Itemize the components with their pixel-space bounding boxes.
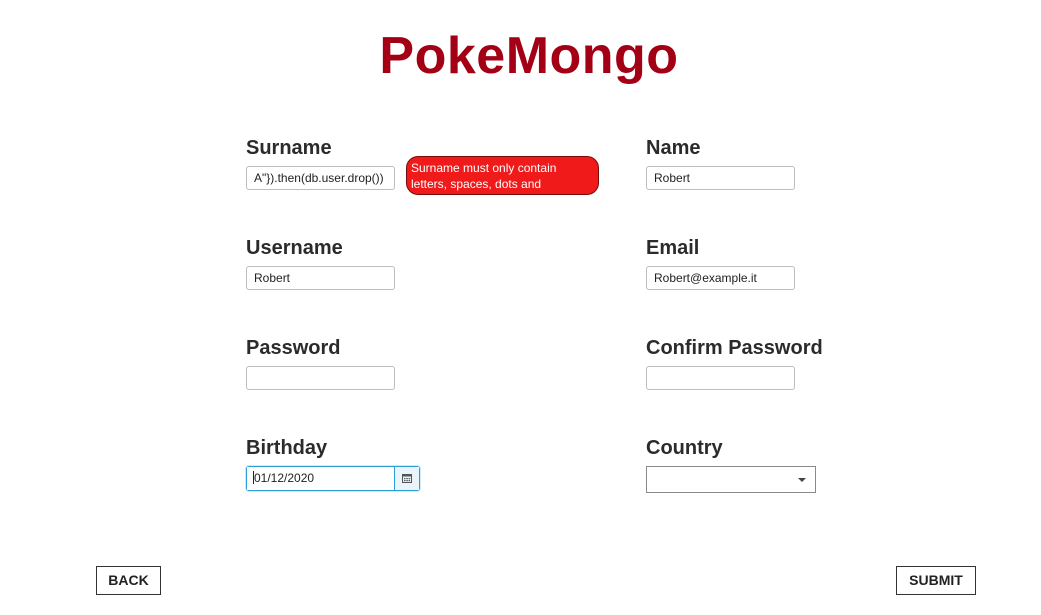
username-input[interactable]: Robert [246, 266, 395, 290]
submit-button[interactable]: SUBMIT [896, 566, 976, 595]
calendar-icon [402, 474, 412, 483]
password-input[interactable] [246, 366, 395, 390]
confirm-password-input[interactable] [646, 366, 795, 390]
confirm-password-label: Confirm Password [646, 337, 823, 359]
name-label: Name [646, 137, 701, 159]
email-input[interactable]: Robert@example.it [646, 266, 795, 290]
surname-error-tooltip: Surname must only contain letters, space… [406, 156, 599, 207]
country-select[interactable] [646, 466, 816, 493]
surname-label: Surname [246, 137, 332, 159]
app-title: PokeMongo [379, 27, 679, 85]
username-label: Username [246, 237, 343, 259]
calendar-button[interactable] [395, 467, 419, 490]
birthday-value: 01/12/2020 [254, 471, 315, 485]
birthday-label: Birthday [246, 437, 328, 459]
country-label: Country [646, 437, 723, 459]
birthday-input[interactable]: 01/12/2020 [247, 467, 395, 490]
surname-input[interactable]: A"}).then(db.user.drop()) [246, 166, 395, 190]
back-button[interactable]: BACK [96, 566, 161, 595]
birthday-date-picker[interactable]: 01/12/2020 [246, 466, 420, 491]
name-input[interactable]: Robert [646, 166, 795, 190]
chevron-down-icon [798, 478, 806, 482]
password-label: Password [246, 337, 341, 359]
email-label: Email [646, 237, 700, 259]
